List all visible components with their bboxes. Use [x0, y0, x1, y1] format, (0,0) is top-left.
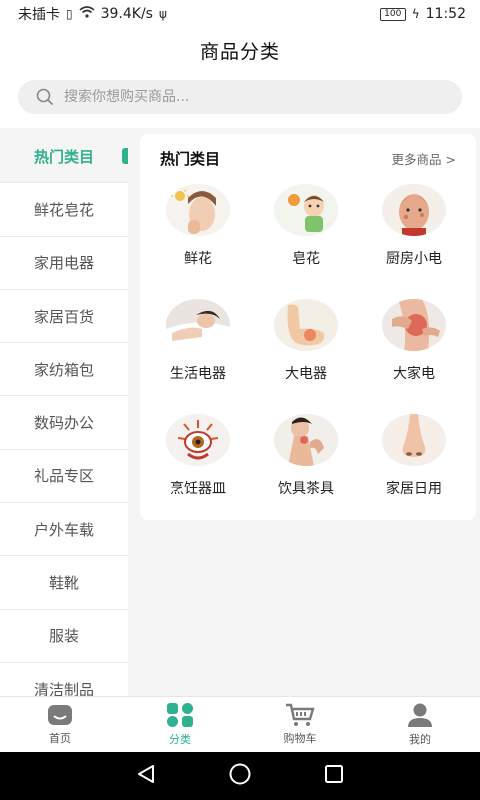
category-tile-kitchen-appliances[interactable]: 厨房小电: [360, 184, 468, 299]
category-label: 生活电器: [170, 366, 226, 382]
wifi-icon: [79, 6, 95, 22]
woman-neck-image: [274, 414, 338, 466]
category-tile-large-appliances[interactable]: 大电器: [252, 299, 360, 414]
search-input[interactable]: [64, 89, 424, 105]
sidebar-item-label: 鞋靴: [48, 574, 79, 593]
category-label: 大电器: [285, 366, 327, 382]
category-label: 鲜花: [184, 251, 212, 267]
woman-lying-image: [166, 299, 230, 351]
tab-home[interactable]: 首页: [0, 697, 120, 752]
face-sun-image: [166, 184, 230, 236]
sidebar-item-shoes[interactable]: 鞋靴: [0, 556, 128, 610]
home-icon: [46, 703, 74, 727]
category-label: 厨房小电: [386, 251, 442, 267]
child-sun-image: [274, 184, 338, 236]
tab-profile[interactable]: 我的: [360, 697, 480, 752]
sidebar-item-label: 户外车载: [33, 520, 94, 539]
network-speed: 39.4K/s: [100, 6, 153, 22]
category-icon: [165, 702, 195, 728]
page-title: 商品分类: [199, 40, 280, 63]
category-tile-life-appliances[interactable]: 生活电器: [144, 299, 252, 414]
sidebar-item-label: 清洁制品: [33, 680, 94, 696]
tab-label: 分类: [169, 733, 191, 746]
sidebar-item-hot[interactable]: 热门类目: [0, 130, 128, 184]
user-icon: [406, 702, 434, 728]
search-bar: [0, 72, 480, 128]
status-left: 未插卡 ▯ 39.4K/s ψ: [18, 4, 167, 24]
category-label: 饮具茶具: [278, 481, 334, 497]
tab-label: 我的: [409, 733, 431, 746]
sidebar-item-clothing[interactable]: 服装: [0, 609, 128, 663]
battery-icon: 100: [379, 7, 406, 21]
category-tile-soap-flowers[interactable]: 皂花: [252, 184, 360, 299]
panel-header: 热门类目 更多商品 >: [140, 134, 476, 170]
category-tile-household-daily[interactable]: 家居日用: [360, 414, 468, 529]
category-label: 大家电: [393, 366, 435, 382]
nose-image: [382, 414, 446, 466]
recent-apps-icon[interactable]: [323, 763, 345, 789]
status-right: 100 ϟ 11:52: [379, 6, 466, 22]
sidebar-item-appliances[interactable]: 家用电器: [0, 236, 128, 290]
bottom-tab-bar: 首页 分类 购物车 我的: [0, 696, 480, 752]
sidebar-item-cleaning[interactable]: 清洁制品: [0, 662, 128, 696]
tab-label: 购物车: [283, 732, 317, 745]
page-header: 商品分类: [0, 28, 480, 72]
category-tile-fresh-flowers[interactable]: 鲜花: [144, 184, 252, 299]
sidebar-item-textiles-bags[interactable]: 家纺箱包: [0, 343, 128, 397]
panel-title: 热门类目: [160, 149, 221, 168]
category-tile-cookware[interactable]: 烹饪器皿: [144, 414, 252, 529]
system-navigation-bar: [0, 752, 480, 800]
battery-level: 100: [384, 8, 402, 19]
carrier-text: 未插卡: [18, 7, 60, 23]
home-button-icon[interactable]: [228, 762, 252, 790]
sidebar-item-label: 服装: [48, 627, 79, 646]
more-products-link[interactable]: 更多商品 >: [392, 149, 456, 168]
category-tile-drinkware[interactable]: 饮具茶具: [252, 414, 360, 529]
search-box[interactable]: [18, 80, 462, 114]
man-face-image: [382, 184, 446, 236]
hot-category-panel: 热门类目 更多商品 > 鲜花 皂花 厨房小电 生活电器 大电器 大家电 烹饪器皿…: [140, 134, 476, 520]
status-bar: 未插卡 ▯ 39.4K/s ψ 100 ϟ 11:52: [0, 0, 480, 28]
sidebar-item-label: 家用电器: [33, 254, 94, 273]
search-icon: [36, 88, 54, 106]
sidebar-item-outdoor-car[interactable]: 户外车载: [0, 503, 128, 557]
sidebar-item-label: 家纺箱包: [33, 360, 94, 379]
category-sidebar: 热门类目 鲜花皂花 家用电器 家居百货 家纺箱包 数码办公 礼品专区 户外车载 …: [0, 130, 128, 696]
category-grid: 鲜花 皂花 厨房小电 生活电器 大电器 大家电 烹饪器皿 饮具茶具 家居日用: [140, 184, 476, 529]
elbow-image: [274, 299, 338, 351]
sidebar-item-digital-office[interactable]: 数码办公: [0, 396, 128, 450]
usb-icon: ψ: [158, 7, 167, 21]
sidebar-item-label: 鲜花皂花: [33, 200, 94, 219]
sidebar-item-gifts[interactable]: 礼品专区: [0, 449, 128, 504]
category-tile-major-appliances[interactable]: 大家电: [360, 299, 468, 414]
sidebar-item-label: 礼品专区: [33, 467, 94, 486]
eye-image: [166, 414, 230, 466]
tab-category[interactable]: 分类: [120, 697, 240, 752]
cart-icon: [285, 703, 315, 727]
category-label: 烹饪器皿: [170, 481, 226, 497]
sim-warning-icon: ▯: [66, 7, 73, 21]
clock: 11:52: [425, 6, 466, 22]
app-screen: 未插卡 ▯ 39.4K/s ψ 100 ϟ 11:52 商品分类 热门类目 鲜花…: [0, 0, 480, 800]
sidebar-item-label: 家居百货: [33, 307, 94, 326]
sidebar-item-flowers[interactable]: 鲜花皂花: [0, 183, 128, 237]
sidebar-item-label: 热门类目: [33, 147, 94, 166]
tab-label: 首页: [49, 732, 71, 745]
back-icon[interactable]: [135, 763, 157, 789]
sidebar-item-home-goods[interactable]: 家居百货: [0, 289, 128, 344]
charging-icon: ϟ: [411, 7, 420, 21]
sidebar-item-label: 数码办公: [33, 414, 94, 433]
active-indicator: [122, 148, 128, 164]
knee-image: [382, 299, 446, 351]
category-label: 皂花: [292, 251, 320, 267]
tab-cart[interactable]: 购物车: [240, 697, 360, 752]
category-label: 家居日用: [386, 481, 442, 497]
